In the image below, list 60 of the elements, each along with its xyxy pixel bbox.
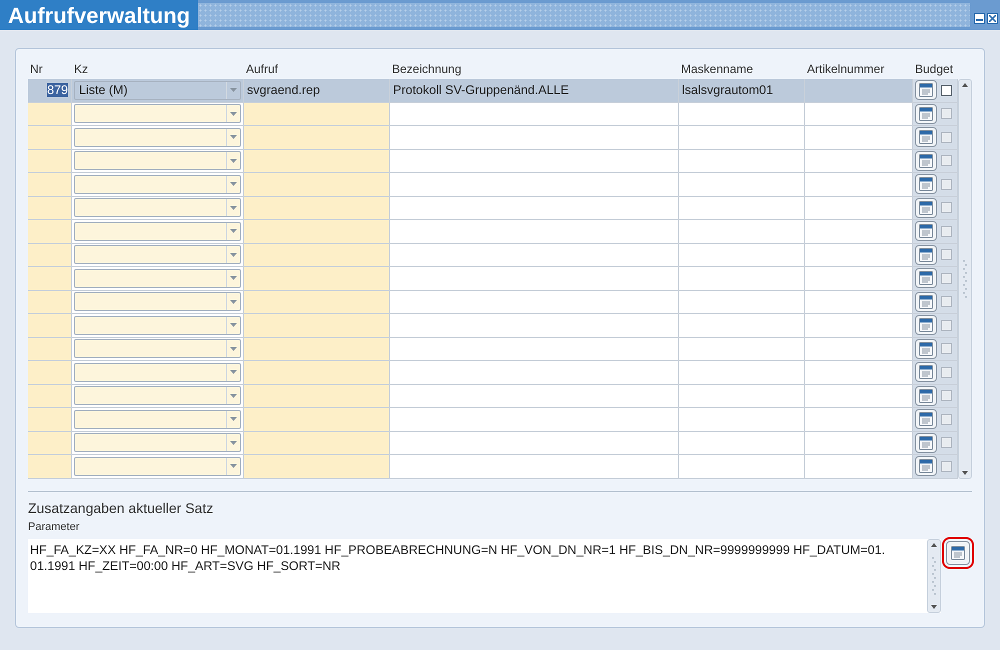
caret-icon [230, 394, 237, 398]
caret-icon [230, 300, 237, 304]
caret-icon [230, 370, 237, 374]
notepad-icon [918, 82, 934, 98]
field-scrollbar[interactable] [927, 538, 941, 612]
caret-icon [230, 346, 237, 351]
notepad-icon [918, 246, 934, 263]
parameter-field[interactable]: HF_FA_KZ=XX HF_FA_NR=0 HF_MONAT=01.1991 HF_PROBEABRECHNUNG=N HF_VON_DN_NR=1 HF_BIS_DN_NR=9999999999 HF_DATUM=01. 01.1991 HF_ZEIT=00:00 HF_ART=SVG HF_SORT=NR [28, 538, 941, 612]
caret-icon [230, 158, 237, 163]
caret-icon [230, 112, 237, 116]
caret-icon [230, 229, 237, 234]
caret-icon [230, 417, 237, 422]
caret-icon [230, 135, 237, 140]
notepad-icon [918, 388, 934, 404]
notepad-icon [918, 364, 934, 380]
maskenname-cell: lsalsvgrautom01 [679, 79, 805, 102]
notepad-icon [918, 200, 934, 216]
table-scrollbar[interactable] [958, 79, 972, 478]
aufruf-cell: svgraend.rep [244, 79, 390, 102]
close-button[interactable] [987, 13, 998, 24]
close-icon [989, 15, 996, 22]
notepad-icon [950, 544, 966, 560]
budget-checkbox[interactable] [941, 84, 952, 96]
notepad-icon [918, 270, 934, 286]
grip-icon [932, 556, 936, 596]
notepad-icon [918, 294, 934, 310]
caret-icon [230, 182, 237, 186]
notepad-icon [918, 317, 934, 334]
caret-icon [230, 206, 237, 210]
column-header: Kz [73, 62, 90, 76]
minimize-button[interactable] [974, 13, 985, 24]
caret-icon [230, 323, 237, 328]
notepad-icon [918, 152, 934, 169]
notepad-icon [918, 458, 934, 474]
notepad-icon [918, 106, 934, 122]
nr-cell: 879 [28, 79, 72, 102]
column-header: Artikelnummer [806, 62, 886, 76]
notepad-icon [918, 176, 934, 192]
bezeichnung-cell: Protokoll SV-Gruppenänd.ALLE [390, 79, 679, 102]
caret-icon [230, 88, 237, 92]
notepad-icon [918, 434, 934, 451]
caret-icon [230, 464, 237, 468]
window-title: Aufrufverwaltung [0, 0, 198, 30]
caret-icon [230, 276, 237, 280]
notepad-icon [918, 340, 934, 357]
grip-icon [963, 258, 967, 299]
notepad-icon [918, 411, 934, 428]
caret-icon [230, 252, 237, 257]
section-heading: Zusatzangaben aktueller Satz [28, 500, 214, 516]
kz-dropdown[interactable]: Liste (M) [74, 80, 241, 100]
column-header: Bezeichnung [391, 62, 462, 76]
column-header: Aufruf [245, 62, 280, 76]
budget-edit-button[interactable] [915, 80, 937, 100]
notepad-icon [918, 129, 934, 146]
column-header: Maskenname [680, 62, 754, 76]
notepad-icon [918, 223, 934, 240]
column-header: Nr [29, 62, 44, 76]
column-header: Budget [914, 62, 954, 76]
field-label: Parameter [28, 520, 80, 532]
caret-icon [230, 440, 237, 445]
